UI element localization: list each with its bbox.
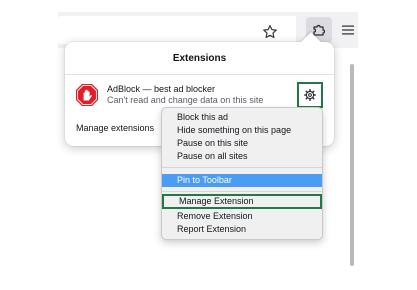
page-scrollbar[interactable] bbox=[350, 64, 354, 266]
panel-title: Extensions bbox=[172, 53, 227, 64]
extension-name: AdBlock — best ad blocker bbox=[107, 84, 216, 94]
gear-icon bbox=[304, 89, 316, 101]
star-icon[interactable] bbox=[262, 24, 278, 40]
menu-item-report-extension[interactable]: Report Extension bbox=[162, 223, 322, 236]
extension-context-menu: Block this ad Hide something on this pag… bbox=[161, 107, 323, 240]
menu-item-pause-this-site[interactable]: Pause on this site bbox=[162, 137, 322, 150]
extension-settings-button[interactable] bbox=[297, 82, 323, 108]
extension-permission: Can't read and change data on this site bbox=[107, 95, 264, 105]
url-bar[interactable] bbox=[58, 16, 296, 44]
menu-separator bbox=[162, 191, 322, 192]
menu-item-remove-extension[interactable]: Remove Extension bbox=[162, 210, 322, 223]
adblock-hand-icon bbox=[76, 84, 98, 106]
menu-separator bbox=[162, 167, 322, 168]
menu-item-pin-to-toolbar[interactable]: Pin to Toolbar bbox=[162, 174, 322, 187]
menu-item-block-this-ad[interactable]: Block this ad bbox=[162, 111, 322, 124]
menu-item-hide-something[interactable]: Hide something on this page bbox=[162, 124, 322, 137]
manage-extensions-link[interactable]: Manage extensions bbox=[76, 123, 154, 133]
app-menu-button[interactable] bbox=[337, 17, 359, 43]
menu-item-pause-all-sites[interactable]: Pause on all sites bbox=[162, 150, 322, 163]
menu-item-manage-extension[interactable]: Manage Extension bbox=[162, 194, 322, 209]
hamburger-menu-icon bbox=[342, 25, 354, 35]
